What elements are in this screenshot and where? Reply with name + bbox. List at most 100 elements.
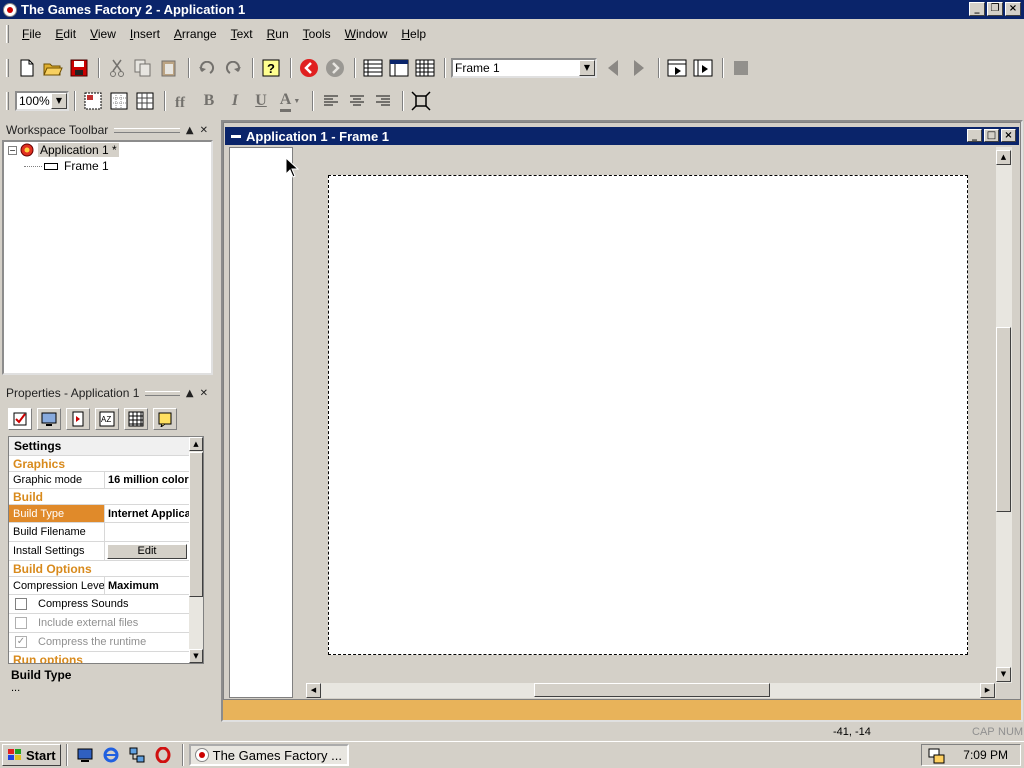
redo-button[interactable] bbox=[221, 57, 245, 80]
property-grid-scrollbar[interactable]: ▲ ▼ bbox=[189, 437, 203, 663]
frame-playfield[interactable] bbox=[328, 175, 968, 655]
frame-horizontal-scrollbar[interactable]: ◀ ▶ bbox=[306, 683, 996, 698]
cut-button[interactable] bbox=[105, 57, 129, 80]
panel-close-icon[interactable]: ✕ bbox=[200, 388, 208, 399]
scroll-right-icon[interactable]: ▶ bbox=[980, 683, 995, 698]
minimize-button[interactable]: _ bbox=[967, 129, 982, 142]
minimize-button[interactable]: _ bbox=[969, 2, 985, 16]
menubar-grip[interactable] bbox=[6, 25, 9, 43]
open-button[interactable] bbox=[41, 57, 65, 80]
frame-editor-canvas[interactable] bbox=[298, 147, 996, 683]
prop-value[interactable]: Maximum bbox=[105, 577, 189, 594]
horizontal-scroll-thumb[interactable] bbox=[534, 683, 770, 697]
quicklaunch-network[interactable] bbox=[125, 744, 149, 767]
frame-vertical-scrollbar[interactable]: ▲ ▼ bbox=[996, 147, 1012, 683]
panel-collapse-icon[interactable]: ▲ bbox=[186, 388, 194, 399]
menu-help[interactable]: Help bbox=[394, 25, 433, 43]
tab-runtime[interactable] bbox=[66, 408, 90, 430]
properties-header[interactable]: Properties - Application 1 ▲ ✕ bbox=[2, 384, 214, 402]
prop-compress-runtime[interactable]: ✓ Compress the runtime bbox=[9, 633, 189, 652]
prop-include-external[interactable]: Include external files bbox=[9, 614, 189, 633]
grid-setup-button[interactable] bbox=[81, 90, 105, 113]
tab-settings[interactable] bbox=[8, 408, 32, 430]
checkmark-icon[interactable]: ✓ bbox=[15, 636, 27, 648]
zoom-select[interactable]: 100% ▼ bbox=[15, 91, 69, 111]
prop-value[interactable] bbox=[105, 523, 189, 541]
prop-compression-level[interactable]: Compression Level Maximum bbox=[9, 577, 189, 595]
prop-value[interactable]: 16 million colors bbox=[105, 472, 189, 488]
scroll-down-icon[interactable]: ▼ bbox=[189, 649, 203, 663]
category-run-options[interactable]: Run options bbox=[9, 652, 189, 664]
align-left-button[interactable] bbox=[319, 90, 343, 113]
menu-edit[interactable]: Edit bbox=[48, 25, 83, 43]
checkbox[interactable] bbox=[15, 617, 27, 629]
panel-close-icon[interactable]: ✕ bbox=[200, 125, 208, 136]
undo-button[interactable] bbox=[195, 57, 219, 80]
panel-collapse-icon[interactable]: ▲ bbox=[186, 125, 194, 136]
forward-button[interactable] bbox=[323, 57, 347, 80]
tray-network-icon[interactable] bbox=[928, 748, 946, 764]
run-application-button[interactable] bbox=[665, 57, 689, 80]
show-grid-button[interactable] bbox=[107, 90, 131, 113]
expand-minus-icon[interactable]: − bbox=[8, 145, 17, 155]
menu-window[interactable]: Window bbox=[338, 25, 395, 43]
menu-view[interactable]: View bbox=[83, 25, 123, 43]
window-titlebar[interactable]: The Games Factory 2 - Application 1 _ ❐ … bbox=[0, 0, 1024, 19]
start-button[interactable]: Start bbox=[2, 744, 61, 766]
scroll-up-icon[interactable]: ▲ bbox=[189, 437, 203, 451]
text-color-button[interactable]: A ▼ bbox=[275, 90, 305, 113]
menu-insert[interactable]: Insert bbox=[123, 25, 167, 43]
chevron-down-icon[interactable]: ▼ bbox=[51, 93, 67, 109]
quicklaunch-ie[interactable] bbox=[99, 744, 123, 767]
close-button[interactable]: × bbox=[1005, 2, 1021, 16]
category-build[interactable]: Build bbox=[9, 489, 189, 505]
checkbox[interactable] bbox=[15, 598, 27, 610]
scroll-thumb[interactable] bbox=[189, 452, 203, 597]
paste-button[interactable] bbox=[157, 57, 181, 80]
font-button[interactable]: ff bbox=[171, 90, 195, 113]
prop-build-filename[interactable]: Build Filename bbox=[9, 523, 189, 542]
tree-node-application[interactable]: − Application 1 * bbox=[4, 142, 211, 158]
tab-window[interactable] bbox=[37, 408, 61, 430]
edit-button[interactable]: Edit bbox=[107, 543, 187, 559]
save-button[interactable] bbox=[67, 57, 91, 80]
menu-file[interactable]: File bbox=[15, 25, 48, 43]
app-icon[interactable] bbox=[3, 2, 17, 17]
maximize-button[interactable]: □ bbox=[984, 129, 999, 142]
copy-button[interactable] bbox=[131, 57, 155, 80]
next-frame-button[interactable] bbox=[627, 57, 651, 80]
window-menu-icon[interactable] bbox=[231, 134, 241, 138]
category-graphics[interactable]: Graphics bbox=[9, 456, 189, 472]
prop-graphic-mode[interactable]: Graphic mode 16 million colors bbox=[9, 472, 189, 489]
align-center-button[interactable] bbox=[345, 90, 369, 113]
menu-text[interactable]: Text bbox=[224, 25, 260, 43]
bold-button[interactable]: B bbox=[197, 90, 221, 113]
fit-frame-button[interactable] bbox=[409, 90, 433, 113]
underline-button[interactable]: U bbox=[249, 90, 273, 113]
snap-grid-button[interactable] bbox=[133, 90, 157, 113]
scroll-left-icon[interactable]: ◀ bbox=[306, 683, 321, 698]
close-button[interactable]: × bbox=[1001, 129, 1016, 142]
event-editor-button[interactable] bbox=[413, 57, 437, 80]
tab-values[interactable]: AZ bbox=[95, 408, 119, 430]
toolbar-grip-2[interactable] bbox=[6, 92, 9, 110]
frame-window-titlebar[interactable]: Application 1 - Frame 1 _ □ × bbox=[225, 127, 1019, 145]
menu-tools[interactable]: Tools bbox=[296, 25, 338, 43]
frame-editor-button[interactable] bbox=[387, 57, 411, 80]
clock[interactable]: 7:09 PM bbox=[963, 748, 1008, 762]
frame-select[interactable]: Frame 1 ▼ bbox=[451, 58, 597, 78]
align-right-button[interactable] bbox=[371, 90, 395, 113]
menu-arrange[interactable]: Arrange bbox=[167, 25, 224, 43]
menu-run[interactable]: Run bbox=[260, 25, 296, 43]
new-button[interactable] bbox=[15, 57, 39, 80]
tab-about[interactable] bbox=[153, 408, 177, 430]
restore-button[interactable]: ❐ bbox=[987, 2, 1003, 16]
prop-build-type[interactable]: Build Type Internet Application bbox=[9, 505, 189, 523]
back-button[interactable] bbox=[297, 57, 321, 80]
previous-frame-button[interactable] bbox=[601, 57, 625, 80]
prop-compress-sounds[interactable]: Compress Sounds bbox=[9, 595, 189, 614]
category-build-options[interactable]: Build Options bbox=[9, 561, 189, 577]
italic-button[interactable]: I bbox=[223, 90, 247, 113]
prop-install-settings[interactable]: Install Settings Edit bbox=[9, 542, 189, 561]
scroll-down-icon[interactable]: ▼ bbox=[996, 667, 1011, 682]
